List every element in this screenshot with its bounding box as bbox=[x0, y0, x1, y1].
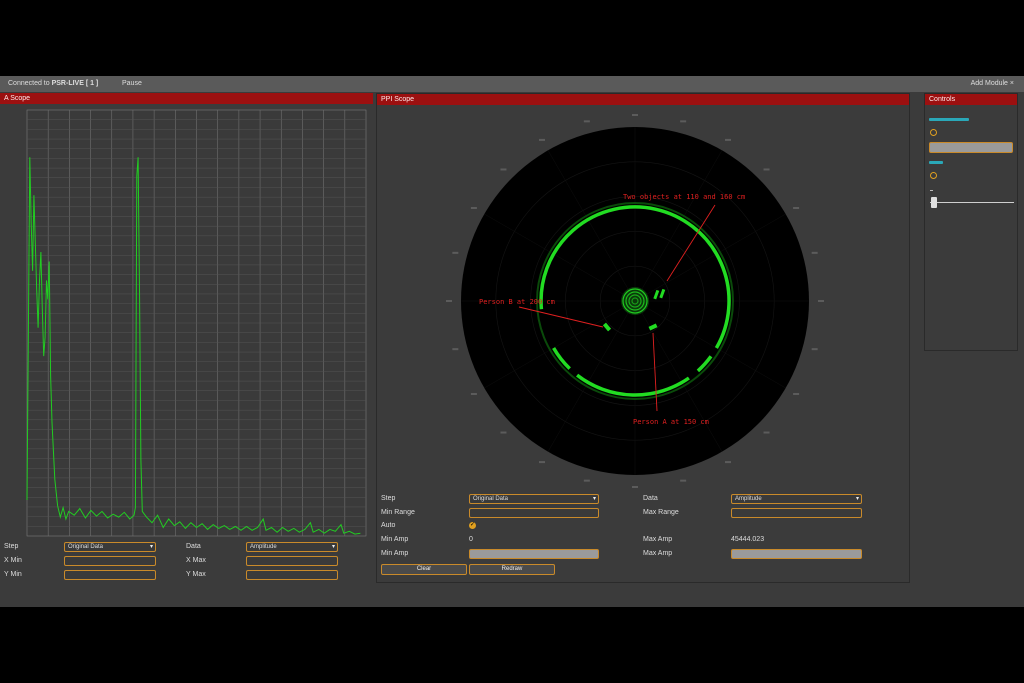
ppi-max-amp-label-top: Max Amp bbox=[643, 536, 673, 543]
app-window: Connected to PSR-LIVE [ 1 ] Pause Add Mo… bbox=[0, 76, 1024, 607]
ppi-angle-tick bbox=[470, 207, 477, 209]
controls-slider-track[interactable] bbox=[930, 197, 1014, 208]
ppi-angle-tick bbox=[793, 393, 800, 395]
connection-prefix: Connected to bbox=[8, 80, 52, 87]
add-module-menu[interactable]: Add Module × bbox=[971, 76, 1014, 92]
ascope-xmin-input[interactable] bbox=[64, 556, 156, 566]
ppi-angle-tick bbox=[539, 461, 545, 464]
ppi-data-label: Data bbox=[643, 495, 658, 502]
ppi-auto-checkbox[interactable]: ✓ bbox=[469, 522, 476, 529]
controls-header: Controls bbox=[925, 94, 1017, 105]
ppi-angle-tick bbox=[446, 300, 452, 302]
ppi-angle-tick bbox=[763, 168, 770, 171]
ppi-angle-tick bbox=[632, 114, 638, 116]
ppi-angle-tick bbox=[763, 431, 770, 434]
ascope-ymax-input[interactable] bbox=[246, 570, 338, 580]
ppi-max-range-input[interactable] bbox=[731, 508, 862, 518]
ppi-angle-tick bbox=[680, 120, 687, 123]
ppi-center-blob bbox=[621, 287, 649, 315]
annotation-person-b: Person B at 200 cm bbox=[479, 298, 555, 306]
ppi-auto-label: Auto bbox=[381, 522, 396, 529]
ascope-step-select[interactable]: Original Data bbox=[64, 542, 156, 552]
ppi-angle-tick bbox=[811, 348, 818, 351]
ppi-angle-tick bbox=[680, 479, 687, 482]
ppi-angle-tick bbox=[725, 138, 731, 141]
ppi-min-amp-input[interactable] bbox=[469, 549, 599, 559]
controls-slider-tick bbox=[930, 190, 933, 191]
ppi-angle-tick bbox=[793, 207, 800, 209]
ascope-ymin-input[interactable] bbox=[64, 570, 156, 580]
pause-button[interactable]: Pause bbox=[122, 76, 142, 92]
connection-status: Connected to PSR-LIVE [ 1 ] bbox=[8, 76, 98, 92]
ascope-xmin-label: X Min bbox=[4, 557, 22, 564]
a-scope-panel: A Scope Step Original Data Data Amplitud… bbox=[0, 93, 373, 587]
controls-input[interactable] bbox=[929, 142, 1013, 153]
ppi-step-label: Step bbox=[381, 495, 396, 502]
connection-target: PSR-LIVE [ 1 ] bbox=[51, 80, 99, 87]
annotation-person-a: Person A at 150 cm bbox=[633, 418, 709, 426]
controls-panel: Controls bbox=[924, 93, 1018, 351]
a-scope-header: A Scope bbox=[0, 93, 373, 104]
ascope-data-select[interactable]: Amplitude bbox=[246, 542, 338, 552]
ascope-step-label: Step bbox=[4, 543, 19, 550]
ppi-min-amp-input-label: Min Amp bbox=[381, 550, 409, 557]
ascope-xmax-input[interactable] bbox=[246, 556, 338, 566]
ascope-ymin-label: Y Min bbox=[4, 571, 22, 578]
clear-button[interactable]: Clear bbox=[381, 564, 467, 575]
ascope-ymax-label: Y Max bbox=[186, 571, 206, 578]
ppi-angle-tick bbox=[811, 251, 818, 254]
ascope-xmax-label: X Max bbox=[186, 557, 206, 564]
ppi-max-amp-value: 45444.023 bbox=[731, 536, 765, 543]
ppi-scope-header: PPI Scope bbox=[377, 94, 909, 105]
controls-slider-handle[interactable] bbox=[931, 197, 938, 208]
close-icon[interactable]: × bbox=[1010, 80, 1014, 87]
controls-option-label-2 bbox=[929, 161, 943, 164]
ascope-data-label: Data bbox=[186, 543, 201, 550]
ppi-angle-tick bbox=[725, 461, 731, 464]
ppi-angle-tick bbox=[452, 348, 459, 351]
ppi-angle-tick bbox=[500, 431, 507, 434]
ppi-angle-tick bbox=[539, 138, 545, 141]
ppi-min-amp-label: Min Amp bbox=[381, 536, 409, 543]
ppi-angle-tick bbox=[632, 486, 638, 488]
ppi-angle-tick bbox=[470, 393, 477, 395]
a-scope-chart[interactable] bbox=[0, 104, 373, 544]
redraw-button[interactable]: Redraw bbox=[469, 564, 555, 575]
ppi-step-select[interactable]: Original Data bbox=[469, 494, 599, 504]
ppi-angle-tick bbox=[818, 300, 824, 302]
top-bar: Connected to PSR-LIVE [ 1 ] Pause Add Mo… bbox=[0, 76, 1024, 92]
ppi-angle-tick bbox=[583, 120, 590, 123]
controls-radio-2[interactable] bbox=[930, 172, 937, 179]
ppi-scope-panel: PPI Scope Two objects at 110 and 160 cm P… bbox=[376, 93, 910, 583]
ppi-data-select[interactable]: Amplitude bbox=[731, 494, 862, 504]
ppi-radar-display[interactable]: Two objects at 110 and 160 cm Person B at… bbox=[377, 105, 909, 497]
annotation-two-objects: Two objects at 110 and 160 cm bbox=[623, 193, 745, 201]
ppi-max-range-label: Max Range bbox=[643, 509, 679, 516]
controls-radio-1[interactable] bbox=[930, 129, 937, 136]
add-module-label: Add Module bbox=[970, 80, 1008, 87]
ppi-angle-tick bbox=[452, 251, 459, 254]
controls-option-label-1 bbox=[929, 118, 969, 121]
ppi-angle-tick bbox=[583, 479, 590, 482]
ppi-min-range-label: Min Range bbox=[381, 509, 415, 516]
ppi-min-amp-value: 0 bbox=[469, 536, 473, 543]
ppi-max-amp-input[interactable] bbox=[731, 549, 862, 559]
ppi-angle-tick bbox=[500, 168, 507, 171]
ppi-max-amp-input-label: Max Amp bbox=[643, 550, 673, 557]
ppi-min-range-input[interactable] bbox=[469, 508, 599, 518]
